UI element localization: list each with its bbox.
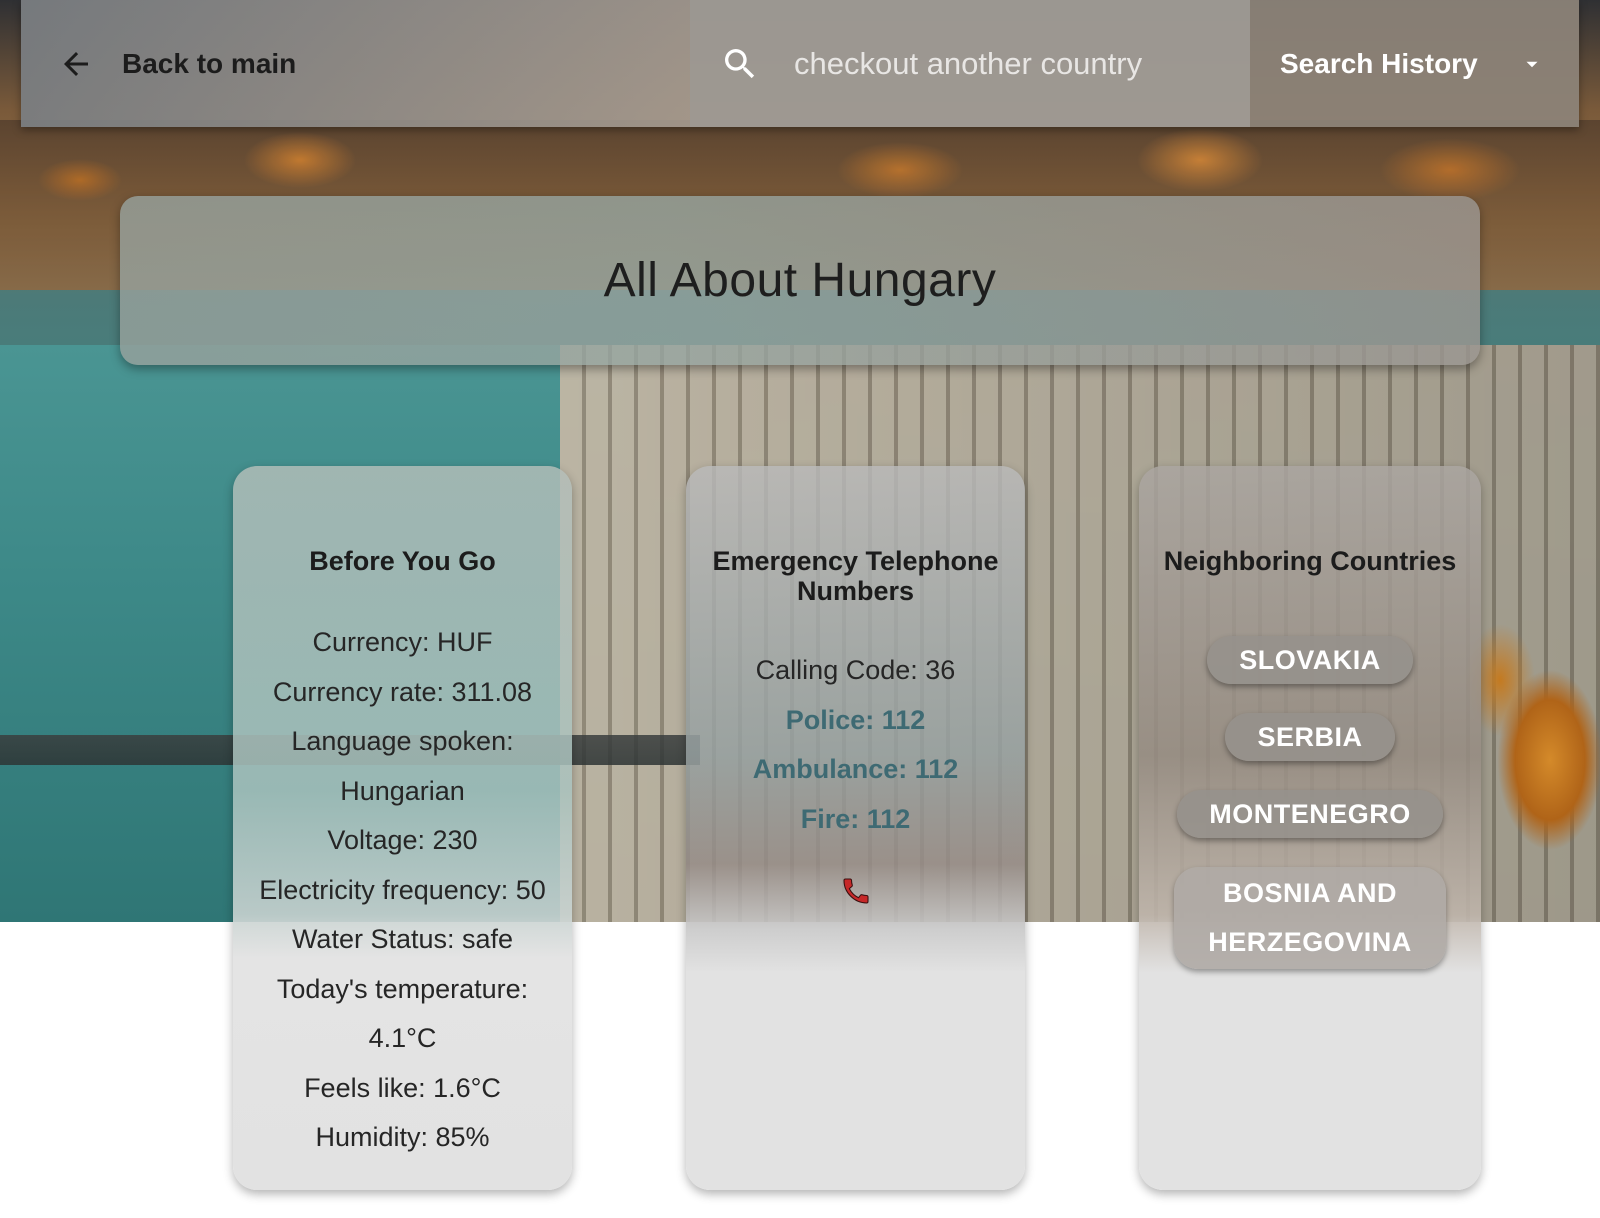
temperature-line: Today's temperature: xyxy=(276,973,529,1004)
before-you-go-title: Before You Go xyxy=(309,546,496,576)
feels-like-line: Feels like: 1.6°C xyxy=(304,1072,501,1103)
neighboring-title: Neighboring Countries xyxy=(1163,546,1457,576)
emergency-title: Emergency Telephone Numbers xyxy=(712,546,999,606)
language-line: Language spoken: xyxy=(291,726,514,756)
back-to-main-button[interactable]: Back to main xyxy=(21,0,690,127)
emergency-list: Calling Code: 36 Police: 112 Ambulance: … xyxy=(686,646,1025,844)
electricity-frequency-line: Electricity frequency: 50 xyxy=(259,874,546,905)
language-value-line: Hungarian xyxy=(340,775,465,806)
before-you-go-card: Before You Go Currency: HUF Currency rat… xyxy=(233,466,572,1190)
currency-rate-line: Currency rate: 311.08 xyxy=(272,676,533,707)
caret-down-icon[interactable] xyxy=(1520,52,1544,76)
back-to-main-label[interactable]: Back to main xyxy=(122,48,296,80)
humidity-line: Humidity: 85% xyxy=(315,1122,490,1152)
currency-line: Currency: HUF xyxy=(312,627,493,657)
neighbor-chip-montenegro[interactable]: MONTENEGRO xyxy=(1177,790,1443,838)
arrow-left-icon[interactable] xyxy=(56,44,96,84)
calling-code-line: Calling Code: 36 xyxy=(755,655,956,685)
phone-icon xyxy=(839,874,873,908)
background-autumn-tree xyxy=(1460,560,1600,922)
neighbor-chip-serbia[interactable]: SERBIA xyxy=(1225,713,1395,761)
title-panel: All About Hungary xyxy=(120,196,1480,365)
ambulance-number-link[interactable]: Ambulance: 112 xyxy=(686,745,1025,795)
neighbor-chip-slovakia[interactable]: SLOVAKIA xyxy=(1207,636,1413,684)
fire-number-link[interactable]: Fire: 112 xyxy=(686,795,1025,845)
neighbor-chip-bosnia[interactable]: BOSNIA AND HERZEGOVINA xyxy=(1174,867,1446,969)
neighboring-countries-card: Neighboring Countries SLOVAKIA SERBIA MO… xyxy=(1139,466,1481,1190)
water-status-line: Water Status: safe xyxy=(291,924,514,954)
top-app-bar: Back to main Search History xyxy=(21,0,1579,127)
voltage-line: Voltage: 230 xyxy=(327,825,478,855)
police-number-link[interactable]: Police: 112 xyxy=(686,696,1025,746)
search-history-dropdown[interactable]: Search History xyxy=(1250,0,1579,127)
search-input[interactable] xyxy=(792,44,1216,83)
before-you-go-list: Currency: HUF Currency rate: 311.08 Lang… xyxy=(233,618,572,1163)
search-bar[interactable] xyxy=(690,0,1250,127)
emergency-numbers-card: Emergency Telephone Numbers Calling Code… xyxy=(686,466,1025,1190)
search-history-label[interactable]: Search History xyxy=(1280,48,1478,80)
temperature-value-line: 4.1°C xyxy=(368,1023,437,1053)
search-icon[interactable] xyxy=(718,42,762,86)
page-title: All About Hungary xyxy=(603,254,997,307)
neighbor-chip-list: SLOVAKIA SERBIA MONTENEGRO BOSNIA AND HE… xyxy=(1139,636,1481,998)
